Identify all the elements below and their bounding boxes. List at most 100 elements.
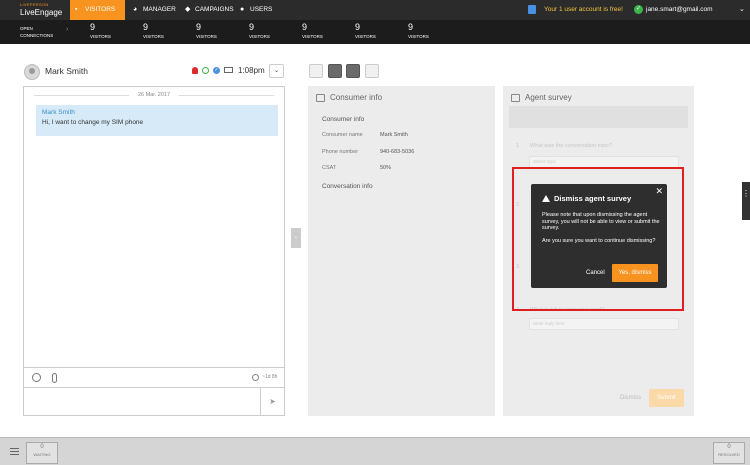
survey-submit-button[interactable]: Submit [649,389,684,407]
consumer-info-section: Consumer info [322,116,365,123]
stat-label: VISITORS [302,34,323,39]
collapse-panel-button[interactable]: ‹ [291,228,301,248]
tab-visitors-label: VISITORS [85,6,116,13]
stat-value: 9 [90,22,96,32]
conversation-info-title: Conversation info [322,183,373,190]
online-status-icon: ✓ [634,5,643,14]
stat-value: 9 [249,22,255,32]
dialog-message: Please note that upon dismissing the age… [542,212,660,231]
tab-manager[interactable]: ◕ MANAGER [128,0,176,20]
field-value: Mark Smith [380,132,408,138]
stat-item[interactable]: 9 VISITORS [249,22,270,40]
open-connections-bar: OPEN CONNECTIONS › 9 VISITORS 9 VISITORS 9… [0,20,750,44]
waiting-counter[interactable]: 0 WAITING [26,442,58,464]
dialog-body: Please note that upon dismissing the age… [542,212,660,250]
waiting-label: WAITING [33,452,51,457]
tab-users[interactable]: ● USERS [235,0,275,20]
tab-visitors[interactable]: ▪ VISITORS [70,0,125,20]
stat-value: 9 [355,22,361,32]
stat-label: VISITORS [408,34,429,39]
user-email[interactable]: jane.smart@gmail.com [646,0,713,20]
resolved-counter[interactable]: 0 RESOLVED [713,442,745,464]
stat-value: 9 [302,22,308,32]
resolved-label: RESOLVED [718,452,740,457]
account-message[interactable]: Your 1 user account is free! [544,0,623,20]
open-connections-label: OPEN CONNECTIONS [20,26,54,38]
stat-label: VISITORS [196,34,217,39]
chevron-down-icon[interactable]: ⌄ [739,0,745,20]
message-input[interactable] [24,387,260,415]
field-label: Consumer name [322,132,363,138]
field-label: Phone number [322,149,359,155]
stat-label: VISITORS [249,34,270,39]
emoji-icon[interactable] [32,373,41,382]
close-icon[interactable]: ✕ [655,186,663,197]
consumer-info-panel: Consumer info Consumer info Consumer nam… [308,86,495,416]
date-separator: 26 Mar. 2017 [24,92,284,98]
survey-dismiss-button[interactable]: Dismiss [620,395,641,401]
database-icon [528,5,536,14]
notes-widget-button[interactable] [309,64,323,78]
send-icon[interactable]: ➤ [260,387,284,415]
stat-value: 9 [196,22,202,32]
consumer-message: Mark Smith Hi, I want to change my SIM p… [36,105,278,136]
consumer-name: Mark Smith [45,66,88,76]
field-value: 50% [380,165,392,171]
dismiss-survey-dialog: ✕ Dismiss agent survey Please note that … [531,184,667,288]
tab-campaigns-label: CAMPAIGNS [195,6,234,13]
confirm-dismiss-button[interactable]: Yes, dismiss [612,264,658,282]
stat-item[interactable]: 9 VISITORS [302,22,323,40]
reply-input[interactable]: Write reply here [529,318,679,330]
tab-users-label: USERS [250,6,273,13]
app-name: LiveEngage [20,8,63,17]
stat-item[interactable]: 9 VISITORS [90,22,111,40]
elapsed-time: ~1d 8h [262,374,278,380]
side-panel-handle[interactable]: ⋮ [742,182,750,220]
menu-icon[interactable] [10,448,19,455]
tab-campaigns[interactable]: ◆ CAMPAIGNS [180,0,235,20]
desktop-icon [224,67,233,73]
survey-widget-button[interactable] [346,64,360,78]
id-card-icon [316,94,325,102]
chat-transcript: 26 Mar. 2017 Mark Smith Hi, I want to ch… [23,86,285,416]
chat-bubble-icon: ▪ [75,6,78,13]
logo[interactable]: LIVEPERSON LiveEngage [20,2,62,17]
user-icon: ● [240,6,245,13]
consumer-info-title: Consumer info [330,93,383,102]
agent-survey-title: Agent survey [525,93,572,102]
stat-value: 9 [143,22,149,32]
chat-toolbar: ~1d 8h [24,367,284,387]
clipboard-icon [511,94,520,102]
stat-item[interactable]: 9 VISITORS [355,22,376,40]
dialog-question: Are you sure you want to continue dismis… [542,237,656,244]
stat-value: 9 [408,22,414,32]
stat-label: VISITORS [143,34,164,39]
pie-chart-icon: ◕ [133,6,138,13]
consumer-info-widget-button[interactable] [328,64,342,78]
attachment-icon[interactable] [52,373,57,383]
dialog-title: Dismiss agent survey [554,194,632,203]
stat-label: VISITORS [90,34,111,39]
stat-item[interactable]: 9 VISITORS [143,22,164,40]
chat-actions-dropdown[interactable]: ⌄ [269,64,284,78]
message-sender: Mark Smith [42,109,75,116]
clock-icon [252,374,259,381]
stat-item[interactable]: 9 VISITORS [408,22,429,40]
cancel-button[interactable]: Cancel [586,270,605,276]
question-number: 1 [516,143,520,149]
chat-time: 1:08pm [238,66,265,75]
resolved-count: 0 [727,444,731,450]
bottom-bar: 0 WAITING 0 RESOLVED [0,437,750,465]
question-text: What was the conversation topic? [530,143,613,149]
verified-check-icon: ✓ [213,67,220,74]
top-navbar: LIVEPERSON LiveEngage ▪ VISITORS ◕ MANAG… [0,0,750,20]
history-widget-button[interactable] [365,64,379,78]
avatar [24,64,40,80]
warning-icon [542,195,550,202]
stat-label: VISITORS [355,34,376,39]
stat-item[interactable]: 9 VISITORS [196,22,217,40]
field-label: CSAT [322,165,337,171]
message-text: Hi, I want to change my SIM phone [42,119,144,126]
alert-bell-icon[interactable] [192,67,198,74]
tab-manager-label: MANAGER [143,6,176,13]
